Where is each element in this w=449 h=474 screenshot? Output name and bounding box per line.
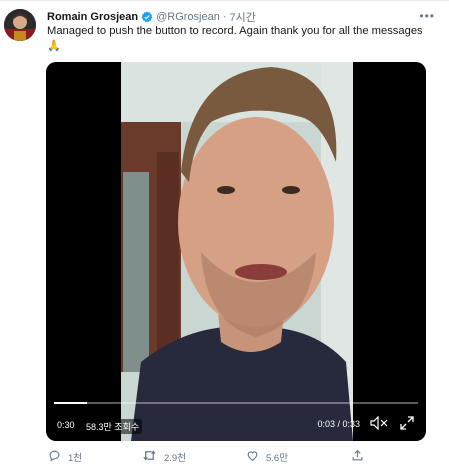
reply-icon bbox=[48, 449, 61, 465]
verified-badge-icon bbox=[141, 11, 153, 23]
mute-icon[interactable] bbox=[370, 415, 388, 435]
like-count: 5.6만 bbox=[266, 453, 288, 464]
video-elapsed: 0:30 bbox=[54, 419, 78, 431]
tweet-actions: 1천 2.9천 5.6만 bbox=[46, 447, 426, 467]
video-clock: 0:03 / 0:33 bbox=[317, 419, 360, 429]
video-frame bbox=[121, 62, 353, 441]
like-icon bbox=[246, 449, 259, 465]
like-button[interactable]: 5.6만 bbox=[246, 449, 288, 465]
more-horizontal-icon[interactable]: ••• bbox=[419, 9, 435, 23]
fullscreen-icon[interactable] bbox=[400, 416, 414, 435]
author-name[interactable]: Romain Grosjean bbox=[47, 11, 138, 23]
retweet-icon bbox=[142, 449, 157, 465]
video-progress-bar[interactable] bbox=[54, 402, 418, 404]
share-icon bbox=[351, 449, 364, 465]
tweet-header: Romain Grosjean @RGrosjean · 7시간 bbox=[47, 9, 256, 25]
retweet-button[interactable]: 2.9천 bbox=[142, 449, 186, 465]
view-count: 58.3만 조회수 bbox=[83, 419, 143, 434]
reply-button[interactable]: 1천 bbox=[48, 449, 82, 465]
reply-count: 1천 bbox=[68, 453, 83, 464]
praying-hands-icon: 🙏 bbox=[47, 40, 61, 52]
author-handle[interactable]: @RGrosjean bbox=[156, 11, 220, 23]
avatar[interactable] bbox=[4, 9, 36, 41]
separator-dot: · bbox=[222, 11, 227, 23]
share-button[interactable] bbox=[351, 449, 364, 465]
tweet-timestamp[interactable]: 7시간 bbox=[230, 9, 256, 25]
tweet-text-body: Managed to push the button to record. Ag… bbox=[47, 25, 423, 37]
tweet-text: Managed to push the button to record. Ag… bbox=[47, 24, 439, 54]
retweet-count: 2.9천 bbox=[164, 453, 186, 464]
video-player[interactable]: 0:30 58.3만 조회수 0:03 / 0:33 bbox=[46, 62, 426, 441]
divider bbox=[0, 0, 449, 1]
video-progress-fill bbox=[54, 402, 87, 404]
